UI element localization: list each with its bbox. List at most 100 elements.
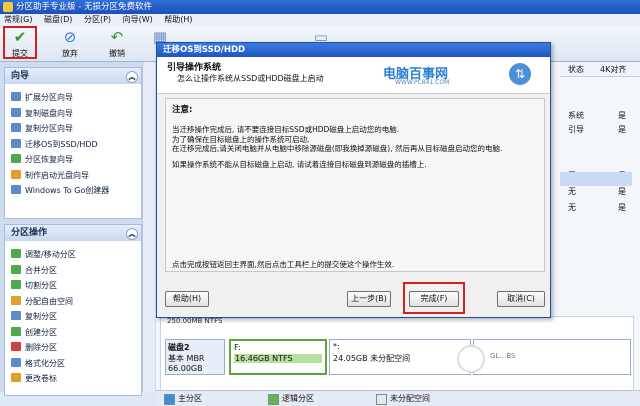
format-icon [11, 357, 21, 367]
sidebar-item-partition-recovery[interactable]: 分区恢复向导 [5, 152, 141, 168]
back-button[interactable]: 上一步(B) [347, 291, 391, 307]
disk-size: 66.00GB [168, 364, 203, 373]
primary-legend-swatch [164, 394, 175, 405]
table-cell-status: 系统 [568, 111, 584, 120]
sidebar-item-extend-partition[interactable]: 扩展分区向导 [5, 90, 141, 106]
undo-label: 撤销 [109, 49, 125, 58]
menu-help[interactable]: 帮助(H) [164, 15, 192, 24]
delete-icon [11, 342, 21, 351]
collapse-icon[interactable]: ︽ [126, 228, 138, 240]
wizard-icon [11, 92, 21, 101]
col-4k-align[interactable]: 4K对齐 [600, 64, 626, 75]
migrate-os-dialog: 迁移OS到SSD/HDD 引导操作系统 怎么让操作系统从SSD或HDD磁盘上启动… [156, 42, 551, 318]
sidebar-scrollbar[interactable] [142, 62, 155, 392]
table-cell-status: 无 [568, 187, 576, 196]
window-title: 分区助手专业版 - 无损分区免费软件 [16, 2, 152, 12]
label-icon [11, 373, 21, 382]
partition-table-rows: 系统 是 引导 是 无 是 无 是 无 是 [560, 108, 640, 212]
partition-ops-header[interactable]: 分区操作 ︽ [5, 225, 141, 241]
sidebar-item-allocate-free[interactable]: 分配自由空间 [5, 294, 141, 310]
menu-general[interactable]: 常规(G) [4, 15, 32, 24]
undo-button[interactable]: ↶ 撤销 [102, 28, 132, 59]
sidebar-item-resize-move[interactable]: 调整/移动分区 [5, 247, 141, 263]
sidebar-item-copy-disk[interactable]: 复制磁盘向导 [5, 106, 141, 122]
dialog-title-bar[interactable]: 迁移OS到SSD/HDD [157, 43, 550, 57]
window-title-bar: 分区助手专业版 - 无损分区免费软件 [0, 0, 640, 14]
partition-ops-panel: 分区操作 ︽ 调整/移动分区 合并分区 切割分区 分配自由空间 复制分区 创建分… [4, 224, 142, 396]
col-status[interactable]: 状态 [568, 64, 584, 75]
undo-icon: ↶ [110, 28, 124, 46]
note-paragraph-2: 如果操作系统不能从目标磁盘上启动, 请试着连接目标磁盘到源磁盘的插槽上. [172, 160, 427, 169]
partition-ops-title: 分区操作 [11, 228, 48, 238]
cancel-button[interactable]: 取消(C) [497, 291, 545, 307]
sidebar-item-change-label[interactable]: 更改卷标 [5, 371, 141, 387]
disk2-info[interactable]: 磁盘2 基本 MBR 66.00GB [165, 339, 225, 375]
sidebar-item-delete[interactable]: 删除分区 [5, 340, 141, 356]
note-label: 注意: [172, 105, 193, 115]
sidebar-item-create[interactable]: 创建分区 [5, 325, 141, 341]
table-cell-flag: 是 [618, 187, 626, 196]
legend-logical: 逻辑分区 [282, 394, 314, 403]
table-cell-flag: 是 [618, 125, 626, 134]
disk-name: 磁盘2 [168, 343, 190, 352]
menu-disk[interactable]: 磁盘(D) [44, 15, 72, 24]
dialog-header: 引导操作系统 怎么让操作系统从SSD或HDD磁盘上启动 电脑百事网 WWW.PC… [157, 57, 550, 94]
sidebar-item-windows-to-go[interactable]: Windows To Go创建器 [5, 183, 141, 199]
table-cell-flag: 是 [618, 111, 626, 120]
logo-circle-icon [457, 345, 485, 373]
create-icon [11, 326, 21, 336]
allocate-icon [11, 295, 21, 305]
menu-partition[interactable]: 分区(P) [84, 15, 111, 24]
table-cell-flag: 是 [618, 203, 626, 212]
disk1-partition-label: 250.00MB NTFS [167, 317, 243, 326]
sidebar: 向导 ︽ 扩展分区向导 复制磁盘向导 复制分区向导 迁移OS到SSD/HDD 分… [0, 62, 156, 396]
legend-bar: 主分区 逻辑分区 未分配空间 [156, 390, 640, 406]
legend-primary: 主分区 [178, 394, 202, 403]
partition-letter: F: [234, 343, 241, 352]
table-cell-status: 无 [568, 203, 576, 212]
legend-unallocated: 未分配空间 [390, 394, 430, 403]
wizard-panel-title: 向导 [11, 71, 30, 81]
copy-icon [11, 311, 21, 320]
sidebar-item-merge[interactable]: 合并分区 [5, 263, 141, 279]
dialog-subheading: 怎么让操作系统从SSD或HDD磁盘上启动 [177, 74, 324, 83]
sidebar-item-format[interactable]: 格式化分区 [5, 356, 141, 372]
windows-icon [11, 185, 21, 194]
commit-highlight-box [3, 26, 37, 59]
sidebar-item-migrate-os[interactable]: 迁移OS到SSD/HDD [5, 137, 141, 153]
dialog-button-row: 帮助(H) 上一步(B) 完成(F) 取消(C) [157, 272, 550, 317]
partition-info: 16.46GB NTFS [234, 354, 322, 363]
app-icon [3, 2, 13, 12]
sidebar-item-copy-partition-op[interactable]: 复制分区 [5, 309, 141, 325]
migrate-icon [11, 138, 21, 148]
logical-legend-swatch [268, 394, 279, 405]
discard-button[interactable]: ⊘ 放弃 [55, 28, 85, 59]
unalloc-legend-swatch [376, 394, 387, 405]
finish-highlight-box [403, 282, 465, 314]
split-icon [11, 280, 21, 289]
watermark-url: WWW.PC841.COM [395, 79, 450, 86]
sidebar-item-copy-partition[interactable]: 复制分区向导 [5, 121, 141, 137]
partition-f[interactable]: F: 16.46GB NTFS [229, 339, 327, 375]
menu-bar: 常规(G) 磁盘(D) 分区(P) 向导(W) 帮助(H) [0, 14, 640, 26]
table-cell-status: 引导 [568, 125, 584, 134]
menu-wizard[interactable]: 向导(W) [123, 15, 153, 24]
discard-label: 放弃 [62, 49, 78, 58]
help-button[interactable]: 帮助(H) [165, 291, 209, 307]
wizard-panel-header[interactable]: 向导 ︽ [5, 68, 141, 84]
partition-unallocated[interactable]: *: 24.05GB 未分配空间 [329, 339, 471, 375]
wizard-panel: 向导 ︽ 扩展分区向导 复制磁盘向导 复制分区向导 迁移OS到SSD/HDD 分… [4, 67, 142, 219]
disk-icon [11, 107, 21, 117]
dialog-footer-text: 点击完成按钮返回主界面,然后点击工具栏上的提交使这个操作生效. [172, 260, 395, 269]
disk-map: 250.00MB NTFS 磁盘2 基本 MBR 66.00GB F: 16.4… [160, 316, 634, 392]
partition-icon [11, 123, 21, 132]
dialog-heading: 引导操作系统 [167, 63, 222, 73]
disk-type: 基本 MBR [168, 354, 205, 363]
merge-icon [11, 264, 21, 274]
collapse-icon[interactable]: ︽ [126, 71, 138, 83]
sidebar-item-boot-disc[interactable]: 制作启动光盘向导 [5, 168, 141, 184]
partition-extra[interactable]: GL…BS [473, 339, 631, 375]
recovery-icon [11, 154, 21, 163]
sidebar-item-split[interactable]: 切割分区 [5, 278, 141, 294]
selected-row-highlight [560, 172, 632, 186]
